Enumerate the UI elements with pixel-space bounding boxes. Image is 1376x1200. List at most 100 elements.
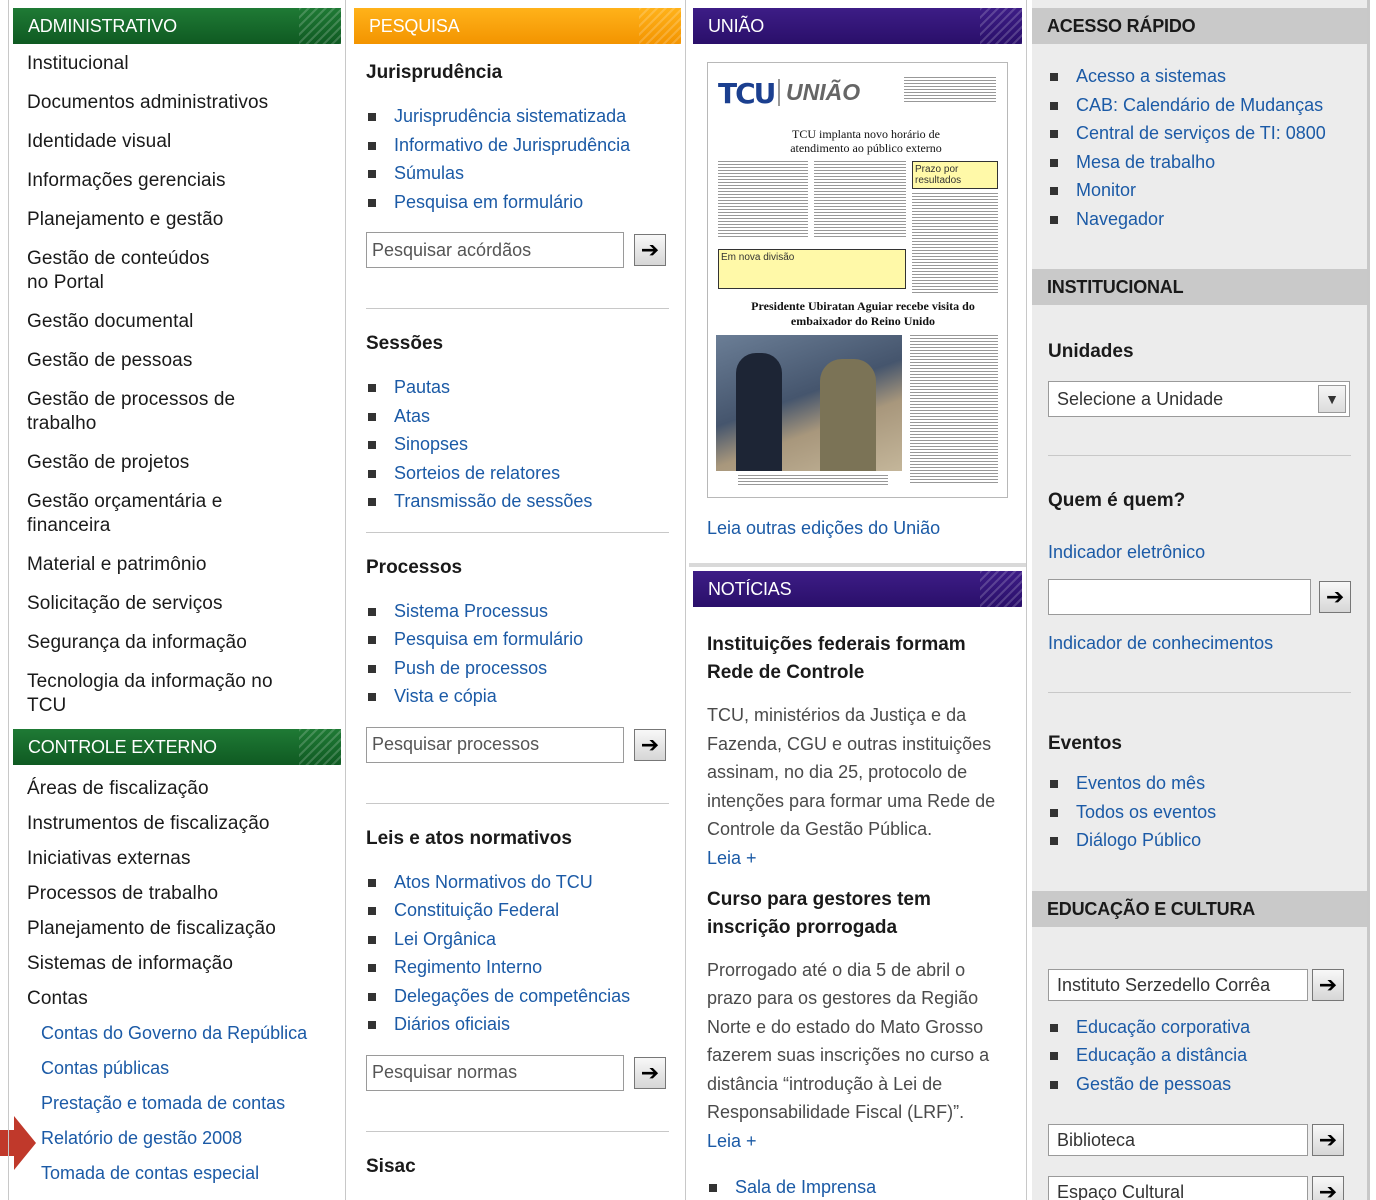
sessoes-link-transmissao-de-sessoes[interactable]: Transmissão de sessões <box>366 487 669 516</box>
processos-title: Processos <box>366 556 463 578</box>
left-navigation-column: ADMINISTRATIVO Institucional Documentos a… <box>8 0 346 1200</box>
jurisprudencia-link-informativo-de-jurisprudencia[interactable]: Informativo de Jurisprudência <box>366 131 669 160</box>
chevron-down-icon[interactable]: ▼ <box>1318 385 1346 413</box>
nav-item-identidade-visual[interactable]: Identidade visual <box>27 130 345 154</box>
nav-item-informacoes-gerenciais[interactable]: Informações gerenciais <box>27 169 345 193</box>
leis-link-diarios-oficiais[interactable]: Diários oficiais <box>366 1010 669 1039</box>
eventos-link-dialogo-publico[interactable]: Diálogo Público <box>1048 826 1351 855</box>
contas-subitem-relatorio-de-gestao-2008[interactable]: Relatório de gestão 2008 <box>41 1126 345 1150</box>
nav-item-iniciativas-externas[interactable]: Iniciativas externas <box>27 847 345 871</box>
sessoes-links: Pautas Atas Sinopses Sorteios de relatores T… <box>366 373 669 516</box>
leis-link-atos-normativos-do-tcu[interactable]: Atos Normativos do TCU <box>366 868 669 897</box>
processos-search-input[interactable] <box>366 726 624 763</box>
nav-item-material-e-patrimonio[interactable]: Material e patrimônio <box>27 553 345 577</box>
tcu-logo: TCU <box>718 77 776 110</box>
nav-item-gestao-de-conteudos[interactable]: Gestão de conteúdos no Portal <box>27 247 345 295</box>
processos-link-sistema-processus[interactable]: Sistema Processus <box>366 597 669 626</box>
nav-item-gestao-documental[interactable]: Gestão documental <box>27 310 345 334</box>
espaco-cultural-go-button[interactable]: ➔ <box>1312 1176 1344 1200</box>
unidade-select[interactable]: Selecione a Unidade ▼ <box>1048 381 1350 417</box>
jurisprudencia-link-pesquisa-em-formulario[interactable]: Pesquisa em formulário <box>366 188 669 217</box>
divider <box>366 802 669 804</box>
processos-link-pesquisa-em-formulario[interactable]: Pesquisa em formulário <box>366 625 669 654</box>
acesso-rapido-link-cab-calendario-de-mudancas[interactable]: CAB: Calendário de Mudanças <box>1048 91 1351 120</box>
pesquisa-column: PESQUISA Jurisprudência Jurisprudência s… <box>350 0 686 1200</box>
nav-item-documentos-administrativos[interactable]: Documentos administrativos <box>27 91 345 115</box>
biblioteca-combo: Biblioteca ➔ <box>1048 1124 1351 1156</box>
eventos-links: Eventos do mês Todos os eventos Diálogo Pú… <box>1048 769 1351 855</box>
sessoes-link-sorteios-de-relatores[interactable]: Sorteios de relatores <box>366 459 669 488</box>
right-column: ACESSO RÁPIDO Acesso a sistemas CAB: Cale… <box>1032 0 1370 1200</box>
leis-link-delegacoes-de-competencias[interactable]: Delegações de competências <box>366 982 669 1011</box>
news-title[interactable]: Curso para gestores tem inscrição prorro… <box>707 886 1010 942</box>
nav-item-seguranca-da-informacao[interactable]: Segurança da informação <box>27 631 345 655</box>
contas-subitem-contas-do-governo-da-republica[interactable]: Contas do Governo da República <box>41 1021 345 1045</box>
nav-item-gestao-de-projetos[interactable]: Gestão de projetos <box>27 451 345 475</box>
nav-item-gestao-de-processos-de[interactable]: Gestão de processos de trabalho <box>27 388 345 436</box>
uniao-editions-link[interactable]: Leia outras edições do União <box>707 518 1026 539</box>
leis-link-constituicao-federal[interactable]: Constituição Federal <box>366 896 669 925</box>
arrow-right-icon: ➔ <box>640 237 660 262</box>
nav-item-planejamento-de-fiscalizacao[interactable]: Planejamento de fiscalização <box>27 917 345 941</box>
educacao-link-educacao-corporativa[interactable]: Educação corporativa <box>1048 1013 1351 1042</box>
nav-item-gestao-de-pessoas[interactable]: Gestão de pessoas <box>27 349 345 373</box>
divider <box>366 1130 669 1132</box>
acesso-rapido-link-mesa-de-trabalho[interactable]: Mesa de trabalho <box>1048 148 1351 177</box>
read-more-link[interactable]: Leia + <box>707 1127 1010 1155</box>
contas-sublist: Contas do Governo da República Contas púb… <box>9 1021 345 1185</box>
indicador-eletronico-link[interactable]: Indicador eletrônico <box>1048 542 1351 563</box>
nav-item-tecnologia-da-informacao-no[interactable]: Tecnologia da informação no TCU <box>27 670 345 718</box>
sessoes-link-sinopses[interactable]: Sinopses <box>366 430 669 459</box>
uniao-logo: UNIÃO <box>778 79 860 106</box>
uniao-noticias-column: UNIÃO TCU UNIÃO TCU implanta novo horári… <box>689 0 1027 1200</box>
leis-title: Leis e atos normativos <box>366 827 572 849</box>
leis-link-regimento-interno[interactable]: Regimento Interno <box>366 953 669 982</box>
nav-item-solicitacao-de-servicos[interactable]: Solicitação de serviços <box>27 592 345 616</box>
acesso-rapido-link-acesso-a-sistemas[interactable]: Acesso a sistemas <box>1048 62 1351 91</box>
nav-item-contas[interactable]: Contas <box>27 987 345 1011</box>
normas-search: ➔ <box>366 1054 669 1091</box>
indicador-conhecimentos-link[interactable]: Indicador de conhecimentos <box>1048 633 1351 654</box>
indicador-search-input[interactable] <box>1048 579 1312 615</box>
sala-imprensa-link[interactable]: Sala de Imprensa <box>707 1173 1010 1200</box>
educacao-link-gestao-de-pessoas[interactable]: Gestão de pessoas <box>1048 1070 1351 1099</box>
acesso-rapido-link-navegador[interactable]: Navegador <box>1048 205 1351 234</box>
eventos-link-todos-os-eventos[interactable]: Todos os eventos <box>1048 798 1351 827</box>
sessoes-link-pautas[interactable]: Pautas <box>366 373 669 402</box>
processos-search-button[interactable]: ➔ <box>634 728 666 761</box>
jurisprudencia-link-jurisprudencia-sistematizada[interactable]: Jurisprudência sistematizada <box>366 102 669 131</box>
processos-link-vista-e-copia[interactable]: Vista e cópia <box>366 682 669 711</box>
contas-subitem-prestacao-e-tomada-de-contas[interactable]: Prestação e tomada de contas <box>41 1091 345 1115</box>
uniao-newspaper-thumbnail[interactable]: TCU UNIÃO TCU implanta novo horário de a… <box>707 62 1008 498</box>
nav-item-instrumentos-de-fiscalizacao[interactable]: Instrumentos de fiscalização <box>27 812 345 836</box>
nav-item-areas-de-fiscalizacao[interactable]: Áreas de fiscalização <box>27 777 345 801</box>
biblioteca-select[interactable]: Biblioteca <box>1048 1124 1308 1156</box>
biblioteca-go-button[interactable]: ➔ <box>1312 1124 1344 1156</box>
espaco-cultural-select[interactable]: Espaço Cultural <box>1048 1176 1308 1200</box>
news-title[interactable]: Instituições federais formam Rede de Con… <box>707 631 1010 687</box>
eventos-link-eventos-do-mes[interactable]: Eventos do mês <box>1048 769 1351 798</box>
acesso-rapido-link-monitor[interactable]: Monitor <box>1048 176 1351 205</box>
acesso-rapido-link-central-de-servicos-de-ti-0800[interactable]: Central de serviços de TI: 0800 <box>1048 119 1351 148</box>
acordaos-search-button[interactable]: ➔ <box>634 234 666 266</box>
contas-subitem-tomada-de-contas-especial[interactable]: Tomada de contas especial <box>41 1161 345 1185</box>
normas-search-button[interactable]: ➔ <box>634 1056 666 1089</box>
nav-item-planejamento-e-gestao[interactable]: Planejamento e gestão <box>27 208 345 232</box>
instituto-go-button[interactable]: ➔ <box>1312 968 1344 1001</box>
nav-item-institucional[interactable]: Institucional <box>27 52 345 76</box>
nav-item-processos-de-trabalho[interactable]: Processos de trabalho <box>27 882 345 906</box>
read-more-link[interactable]: Leia + <box>707 844 1010 872</box>
nav-item-sistemas-de-informacao[interactable]: Sistemas de informação <box>27 952 345 976</box>
educacao-link-educacao-a-distancia[interactable]: Educação a distância <box>1048 1041 1351 1070</box>
leis-link-lei-organica[interactable]: Lei Orgânica <box>366 925 669 954</box>
normas-search-input[interactable] <box>366 1054 624 1091</box>
indicador-search-button[interactable]: ➔ <box>1319 581 1351 613</box>
contas-subitem-contas-publicas[interactable]: Contas públicas <box>41 1056 345 1080</box>
leis-links: Atos Normativos do TCU Constituição Feder… <box>366 868 669 1039</box>
nav-item-gestao-orcamentaria-e[interactable]: Gestão orçamentária e financeira <box>27 490 345 538</box>
jurisprudencia-link-sumulas[interactable]: Súmulas <box>366 159 669 188</box>
acordaos-search-input[interactable] <box>366 232 624 268</box>
sessoes-link-atas[interactable]: Atas <box>366 402 669 431</box>
instituto-select[interactable]: Instituto Serzedello Corrêa <box>1048 968 1308 1001</box>
processos-link-push-de-processos[interactable]: Push de processos <box>366 654 669 683</box>
